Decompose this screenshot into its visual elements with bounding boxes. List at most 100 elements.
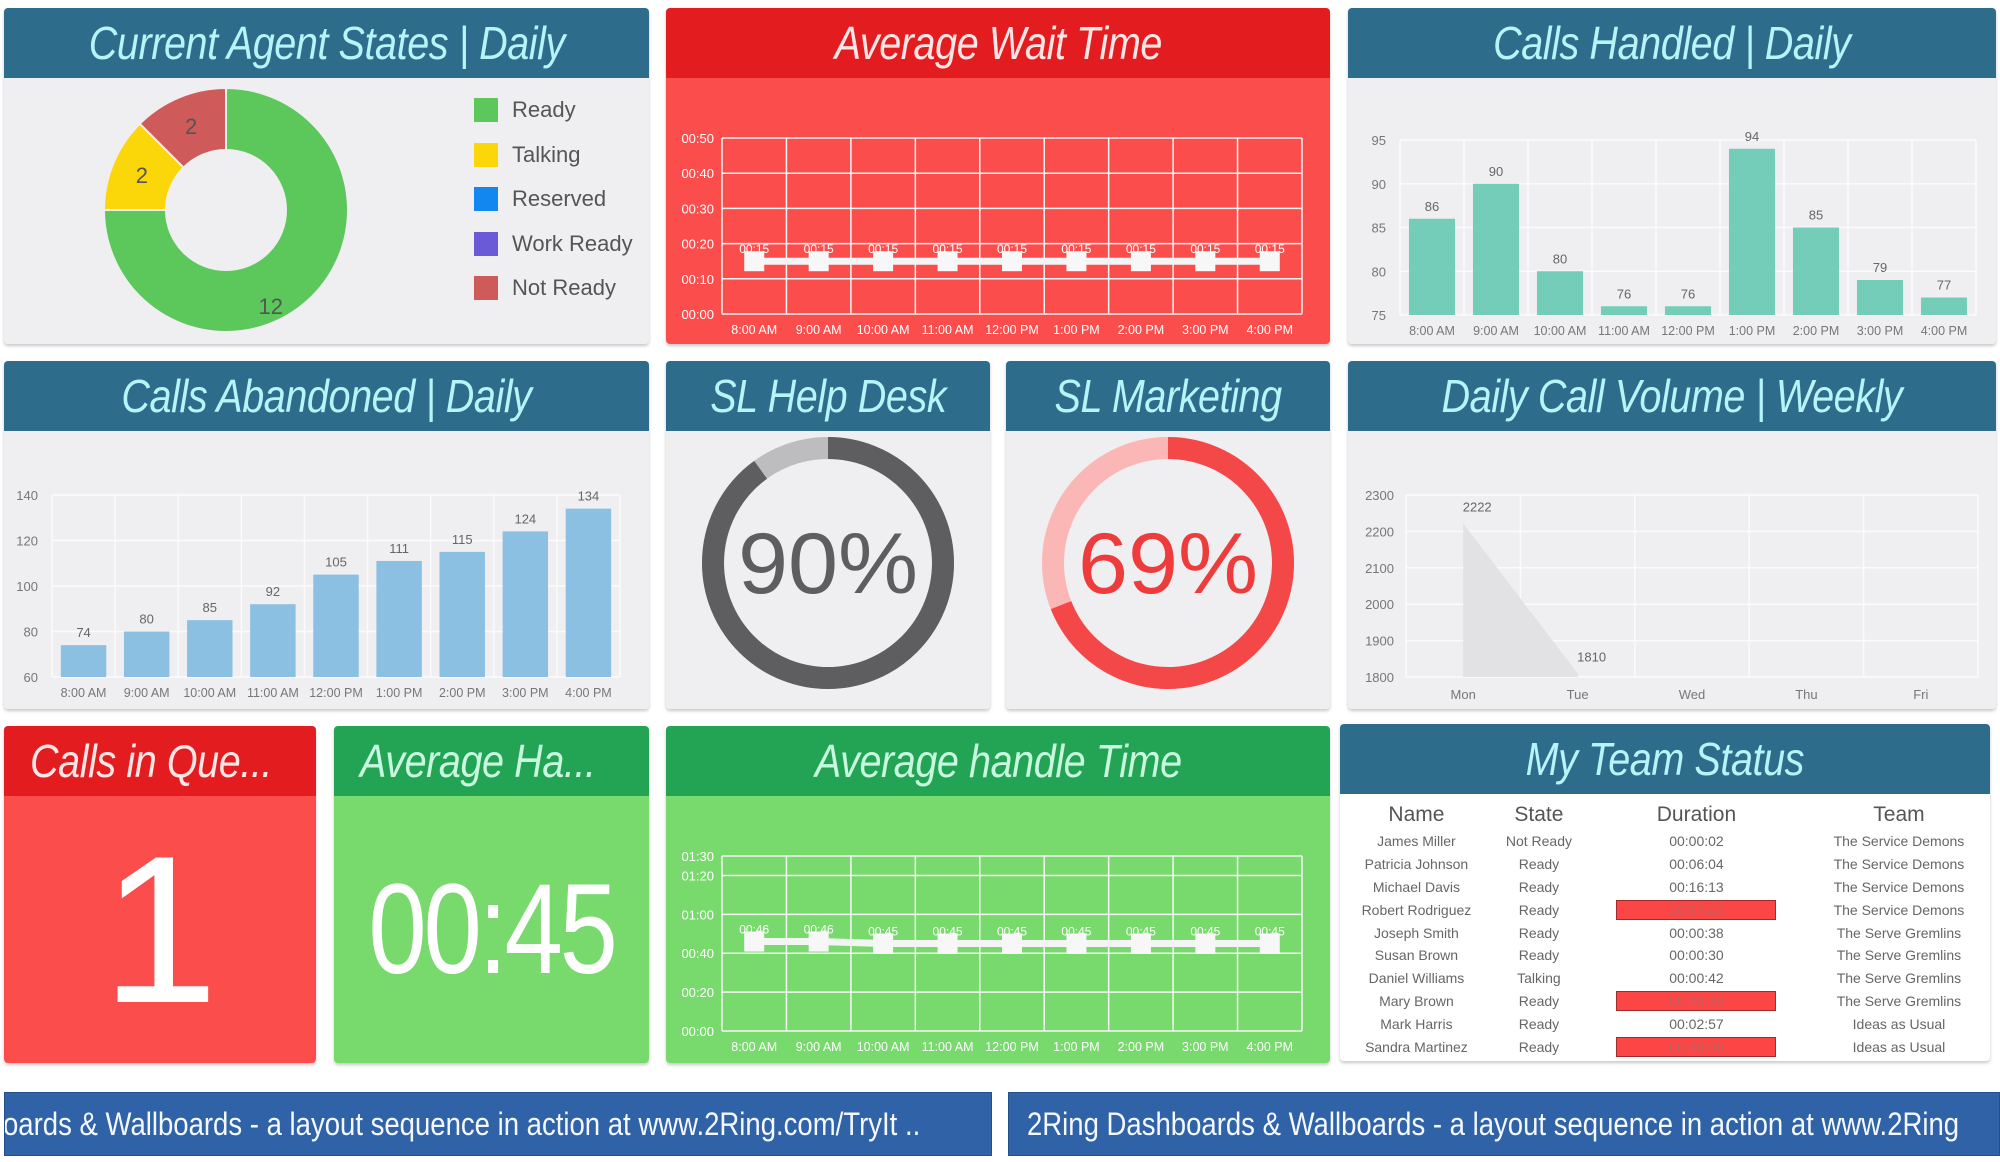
x-tick-label: 3:00 PM xyxy=(1182,1040,1229,1054)
cell-state: Ready xyxy=(1518,901,1560,918)
cell-duration: 00:00:30 xyxy=(1669,947,1724,964)
x-tick-label: 1:00 PM xyxy=(376,686,423,700)
data-label: 1810 xyxy=(1577,649,1606,664)
y-tick-label: 60 xyxy=(24,670,38,685)
panel-title: Daily Call Volume | Weekly xyxy=(1441,370,1903,422)
team-status-panel: My Team Status Name State Duration Team … xyxy=(1340,724,1990,1061)
table-row: Sandra Martinez Ready 00:48:06 Ideas as Usu… xyxy=(1340,1035,1990,1058)
x-tick-label: 2:00 PM xyxy=(1118,323,1165,337)
bar xyxy=(313,574,359,677)
y-tick-label: 00:20 xyxy=(681,985,714,1000)
bar xyxy=(123,631,170,677)
panel-title: Average Ha... xyxy=(360,735,596,787)
y-tick-label: 80 xyxy=(24,625,38,640)
data-label: 00:15 xyxy=(1190,242,1220,256)
cell-team: The Service Demons xyxy=(1833,833,1965,850)
bar xyxy=(565,508,612,677)
panel-body: Name State Duration Team James Miller Not… xyxy=(1340,794,1990,1061)
cell-state: Ready xyxy=(1518,878,1560,895)
bar xyxy=(60,645,107,677)
sl-help-desk-panel: SL Help Desk 90% xyxy=(666,361,990,709)
cell-duration: 16:57:45 xyxy=(1585,898,1808,921)
cell-team: The Service Demons xyxy=(1833,901,1965,918)
y-tick-label: 01:20 xyxy=(681,868,714,883)
data-label: 00:45 xyxy=(1255,925,1285,939)
cell-state: Ready xyxy=(1518,856,1560,873)
y-tick-label: 00:30 xyxy=(681,201,714,216)
panel-header: Calls Handled | Daily xyxy=(1348,8,1996,78)
cell-duration: 00:48:06 xyxy=(1585,1035,1808,1058)
duration-alert-badge: 00:48:06 xyxy=(1616,1036,1777,1057)
cell-team: The Serve Gremlins xyxy=(1836,992,1962,1009)
data-label: 00:45 xyxy=(868,925,898,939)
data-label: 76 xyxy=(1681,286,1695,301)
y-tick-label: 80 xyxy=(1372,264,1386,279)
data-label: 76 xyxy=(1617,286,1631,301)
x-tick-label: 10:00 AM xyxy=(857,1040,910,1054)
x-tick-label: 1:00 PM xyxy=(1053,1040,1100,1054)
y-tick-label: 00:50 xyxy=(681,131,714,146)
y-tick-label: 00:40 xyxy=(681,946,714,961)
cell-duration: 00:16:13 xyxy=(1669,878,1724,895)
cell-name: Michael Davis xyxy=(1372,878,1460,895)
legend-label: Not Ready xyxy=(512,275,616,301)
x-tick-label: 3:00 PM xyxy=(1857,324,1904,338)
data-label: 00:15 xyxy=(804,242,834,256)
data-label: 85 xyxy=(1809,208,1823,223)
panel-body: 1 xyxy=(4,796,316,1063)
x-tick-label: 1:00 PM xyxy=(1729,324,1776,338)
panel-header: Average Wait Time xyxy=(666,8,1330,78)
x-tick-label: 3:00 PM xyxy=(502,686,549,700)
bar xyxy=(1728,148,1776,315)
ticker-text: 2Ring Dashboards & Wallboards - a layout… xyxy=(1027,1105,1960,1142)
bar xyxy=(1600,306,1648,315)
y-tick-label: 100 xyxy=(16,579,38,594)
y-tick-label: 01:00 xyxy=(681,907,714,922)
x-tick-label: 4:00 PM xyxy=(1246,323,1293,337)
bar xyxy=(1856,280,1904,315)
cell-name: Robert Rodriguez xyxy=(1361,901,1472,918)
gauge-value-label: 69% xyxy=(1078,516,1258,612)
x-tick-label: 11:00 AM xyxy=(922,1040,974,1054)
bar xyxy=(376,560,422,677)
bar xyxy=(250,604,296,677)
column-header-state: State xyxy=(1514,803,1564,826)
panel-body: 90% xyxy=(666,431,990,709)
x-tick-label: 8:00 AM xyxy=(731,1040,777,1054)
ticker-banner-left: oards & Wallboards - a layout sequence i… xyxy=(4,1092,992,1156)
donut-slice-label: 2 xyxy=(136,163,148,188)
y-tick-label: 1900 xyxy=(1365,634,1394,649)
cell-team: The Service Demons xyxy=(1833,878,1965,895)
data-label: 134 xyxy=(578,489,600,504)
cell-team: The Serve Gremlins xyxy=(1836,947,1962,964)
cell-duration: 00:00:02 xyxy=(1669,833,1724,850)
x-tick-label: 8:00 AM xyxy=(731,323,777,337)
legend-swatch xyxy=(474,276,498,301)
x-tick-label: 9:00 AM xyxy=(124,686,170,700)
panel-title: Current Agent States | Daily xyxy=(88,17,565,69)
x-tick-label: 4:00 PM xyxy=(1921,324,1968,338)
data-label: 111 xyxy=(389,541,409,556)
panel-header: Calls in Que... xyxy=(4,726,316,796)
x-tick-label: 8:00 AM xyxy=(61,686,107,700)
x-tick-label: 12:00 PM xyxy=(309,686,363,700)
x-tick-label: 2:00 PM xyxy=(1793,324,1840,338)
cell-duration: 00:26:39 xyxy=(1585,990,1808,1013)
average-handle-value: 00:45 xyxy=(368,858,618,1001)
cell-duration: 00:00:42 xyxy=(1669,970,1724,987)
column-header-name: Name xyxy=(1388,803,1445,826)
panel-header: Daily Call Volume | Weekly xyxy=(1348,361,1996,431)
x-tick-label: 12:00 PM xyxy=(985,323,1039,337)
average-handle-tile-panel: Average Ha... 00:45 xyxy=(334,726,649,1063)
x-tick-label: 4:00 PM xyxy=(565,686,612,700)
data-label: 85 xyxy=(203,600,217,615)
avg-handle-time-chart: 00:00 00:20 00:40 01:00 01:20 01:30 00:46 8:00 … xyxy=(681,849,1303,1054)
avg-handle-time-panel: Average handle Time 00:00 00:20 00:40 01:00… xyxy=(666,726,1330,1063)
table-row: Robert Rodriguez Ready 16:57:45 The Service… xyxy=(1340,898,1990,921)
x-tick-label: 9:00 AM xyxy=(1473,324,1519,338)
panel-body: 00:00 00:10 00:20 00:30 00:40 00:50 00:15 8:00 … xyxy=(666,78,1330,344)
y-tick-label: 00:00 xyxy=(681,1024,714,1039)
x-tick-label: 12:00 PM xyxy=(1661,324,1715,338)
legend-item: Talking xyxy=(474,133,633,178)
bar xyxy=(1536,271,1584,315)
